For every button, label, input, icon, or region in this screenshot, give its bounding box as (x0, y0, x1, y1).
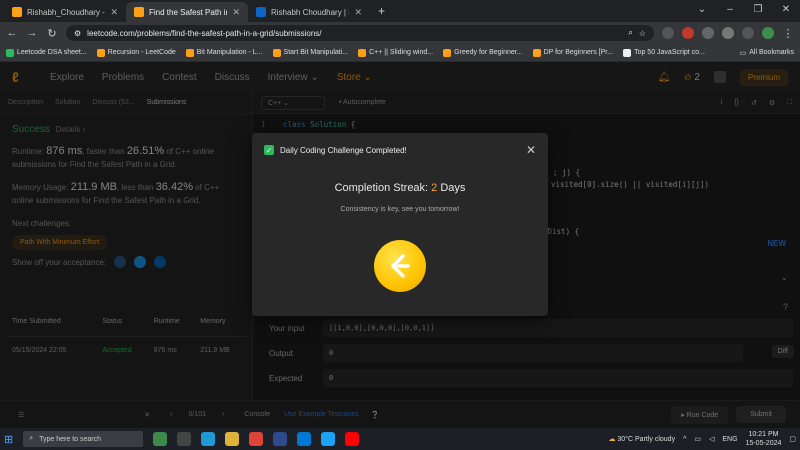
bookmark-item[interactable]: Greedy for Beginner... (443, 48, 523, 57)
windows-taskbar: ⊞ ⌕ Type here to search ☁ 30°C Partly cl… (0, 428, 800, 450)
tab-title: Rishabh Choudhary | LinkedIn (271, 7, 349, 17)
linkedin-favicon-icon (256, 7, 266, 17)
new-tab-icon[interactable]: + (370, 4, 393, 22)
bookmarks-bar: Leetcode DSA sheet... Recursion - LeetCo… (0, 44, 800, 62)
app-icon[interactable] (273, 432, 288, 446)
leetcode-logo-icon (391, 254, 410, 278)
chevron-up-icon[interactable]: ^ (683, 436, 686, 443)
bookmark-icon (358, 48, 367, 57)
all-bookmarks[interactable]: ▭ All Bookmarks (740, 49, 794, 57)
bookmark-item[interactable]: Leetcode DSA sheet... (6, 48, 87, 57)
address-bar: ← → ↻ ⚙ leetcode.com/problems/find-the-s… (0, 22, 800, 44)
search-icon: ⌕ (29, 435, 34, 442)
network-icon[interactable]: ▭ (694, 435, 701, 443)
checkbox-icon: ✓ (264, 145, 274, 155)
bookmark-item[interactable]: C++ || Sliding wind... (358, 48, 433, 57)
star-icon[interactable]: ☆ (639, 29, 646, 38)
close-tab-icon[interactable]: ✕ (110, 7, 118, 18)
chevron-down-icon[interactable]: ⌄ (688, 0, 716, 22)
menu-icon[interactable]: ⋮ (782, 27, 794, 40)
incognito-icon[interactable] (662, 27, 674, 39)
back-icon[interactable]: ← (6, 27, 18, 39)
bookmark-icon (96, 48, 105, 57)
close-window-icon[interactable]: ✕ (772, 0, 800, 22)
maximize-icon[interactable]: ❐ (744, 0, 772, 22)
browser-tab-strip: Rishabh_Choudhary - LeetCode ✕ Find the … (0, 0, 800, 22)
taskbar-search-input[interactable]: ⌕ Type here to search (23, 431, 144, 447)
language-indicator[interactable]: ENG (722, 436, 737, 443)
extension-icon[interactable] (702, 27, 714, 39)
weather-widget[interactable]: ☁ 30°C Partly cloudy (608, 435, 675, 443)
folder-icon: ▭ (739, 49, 747, 57)
notification-icon[interactable]: ▢ (789, 435, 796, 443)
bookmark-item[interactable]: DP for Beginners [Pr... (532, 48, 613, 57)
profile-avatar-icon[interactable] (762, 27, 774, 39)
minimize-icon[interactable]: – (716, 0, 744, 22)
clock[interactable]: 10:21 PM 15-05-2024 (746, 430, 782, 448)
challenge-completed-modal: ✓ Daily Coding Challenge Completed! ✕ Co… (252, 133, 548, 316)
url-text: leetcode.com/problems/find-the-safest-pa… (87, 28, 322, 38)
bookmark-item[interactable]: Bit Manipulation - L... (185, 48, 263, 57)
modal-message: Consistency is key, see you tomorrow! (340, 206, 460, 213)
system-tray: ☁ 30°C Partly cloudy ^ ▭ ◁ ENG 10:21 PM … (608, 430, 796, 448)
browser-tab-linkedin[interactable]: Rishabh Choudhary | LinkedIn ✕ (248, 2, 370, 22)
leetcode-coin-icon (374, 240, 426, 292)
app-icon[interactable] (153, 432, 168, 446)
bookmark-icon (185, 48, 194, 57)
app-icon[interactable] (321, 432, 336, 446)
bookmark-item[interactable]: Start Bit Manipulati... (272, 48, 348, 57)
weather-icon: ☁ (608, 436, 616, 443)
bookmark-icon (6, 48, 14, 57)
close-icon[interactable]: ✕ (526, 143, 536, 157)
close-tab-icon[interactable]: ✕ (354, 7, 362, 18)
tab-title: Rishabh_Choudhary - LeetCode (27, 7, 105, 17)
leetcode-favicon-icon (134, 7, 144, 17)
tab-title: Find the Safest Path in a Grid (149, 7, 227, 17)
youtube-icon[interactable] (345, 432, 360, 446)
extension-icon[interactable] (682, 27, 694, 39)
window-controls: ⌄ – ❐ ✕ (688, 0, 800, 22)
bookmark-icon (272, 48, 281, 57)
bookmark-icon (623, 48, 632, 57)
vscode-icon[interactable] (297, 432, 312, 446)
modal-title: Daily Coding Challenge Completed! (280, 145, 407, 155)
leetcode-favicon-icon (12, 7, 22, 17)
bookmark-icon (532, 48, 541, 57)
puzzle-icon[interactable] (722, 27, 734, 39)
browser-tab-problem[interactable]: Find the Safest Path in a Grid ✕ (126, 2, 248, 22)
task-view-icon[interactable] (177, 432, 192, 446)
reload-icon[interactable]: ↻ (46, 27, 58, 40)
site-info-icon[interactable]: ⚙ (74, 29, 81, 38)
browser-tab-profile[interactable]: Rishabh_Choudhary - LeetCode ✕ (4, 2, 126, 22)
volume-icon[interactable]: ◁ (709, 435, 714, 443)
bookmark-item[interactable]: Top 50 JavaScript co... (623, 48, 705, 57)
url-input[interactable]: ⚙ leetcode.com/problems/find-the-safest-… (66, 25, 654, 41)
bookmark-icon (443, 48, 452, 57)
windows-start-icon[interactable]: ⊞ (4, 433, 13, 446)
modal-header: ✓ Daily Coding Challenge Completed! ✕ (252, 133, 548, 167)
edge-icon[interactable] (201, 432, 216, 446)
search-icon[interactable]: ⌕ (628, 28, 632, 38)
bookmark-item[interactable]: Recursion - LeetCode (96, 48, 176, 57)
sidepanel-icon[interactable] (742, 27, 754, 39)
completion-streak: Completion Streak: 2 Days (334, 182, 466, 194)
chrome-icon[interactable] (249, 432, 264, 446)
forward-icon[interactable]: → (26, 27, 38, 39)
file-explorer-icon[interactable] (225, 432, 240, 446)
close-tab-icon[interactable]: ✕ (232, 7, 240, 18)
